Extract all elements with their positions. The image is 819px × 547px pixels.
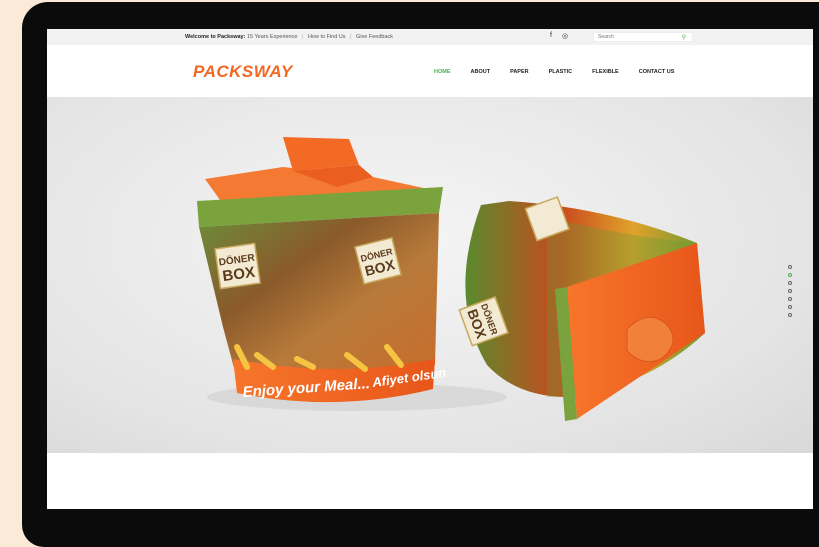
search-input[interactable] <box>594 33 678 41</box>
doner-box-left: DÖNER BOX DÖNER BOX Enjoy your Meal... A… <box>197 137 447 403</box>
slider-dot[interactable] <box>788 281 792 285</box>
social-links: f ◎ <box>550 32 568 40</box>
give-feedback-link[interactable]: Give Feedback <box>356 34 393 40</box>
site-logo[interactable]: PACKSWAY <box>193 62 293 82</box>
nav-item-home[interactable]: HOME <box>434 69 451 75</box>
instagram-icon[interactable]: ◎ <box>562 32 568 40</box>
main-nav: PACKSWAY HOME ABOUT PAPER PLASTIC FLEXIB… <box>47 45 813 97</box>
slider-dot[interactable] <box>788 297 792 301</box>
nav-item-about[interactable]: ABOUT <box>471 69 491 75</box>
facebook-icon[interactable]: f <box>550 32 552 40</box>
slider-dot-active[interactable] <box>788 273 792 277</box>
slider-dots <box>788 265 792 317</box>
nav-menu: HOME ABOUT PAPER PLASTIC FLEXIBLE CONTAC… <box>434 69 694 75</box>
slider-dot[interactable] <box>788 265 792 269</box>
search-icon[interactable]: ⚲ <box>682 34 686 41</box>
top-bar-links: Welcome to Packsway: 15 Years Experience… <box>185 34 393 40</box>
page-below-fold <box>47 453 813 509</box>
search-box: ⚲ <box>593 32 693 42</box>
hero-slider: DÖNER BOX DÖNER BOX Enjoy your Meal... A… <box>47 97 813 453</box>
divider: | <box>350 34 352 40</box>
hero-image: DÖNER BOX DÖNER BOX Enjoy your Meal... A… <box>197 137 705 421</box>
slider-dot[interactable] <box>788 305 792 309</box>
top-bar: Welcome to Packsway: 15 Years Experience… <box>47 29 813 45</box>
nav-item-contact[interactable]: CONTACT US <box>639 69 675 75</box>
doner-box-right: DÖNER BOX <box>458 196 705 421</box>
slider-dot[interactable] <box>788 313 792 317</box>
slider-dot[interactable] <box>788 289 792 293</box>
nav-item-flexible[interactable]: FLEXIBLE <box>592 69 619 75</box>
browser-viewport: Welcome to Packsway: 15 Years Experience… <box>47 29 813 509</box>
divider: | <box>301 34 304 40</box>
how-to-find-link[interactable]: How to Find Us <box>308 34 346 40</box>
nav-item-paper[interactable]: PAPER <box>510 69 529 75</box>
welcome-bold: Welcome to Packsway: <box>185 34 246 40</box>
welcome-text: 15 Years Experience <box>246 34 298 40</box>
nav-item-plastic[interactable]: PLASTIC <box>549 69 573 75</box>
